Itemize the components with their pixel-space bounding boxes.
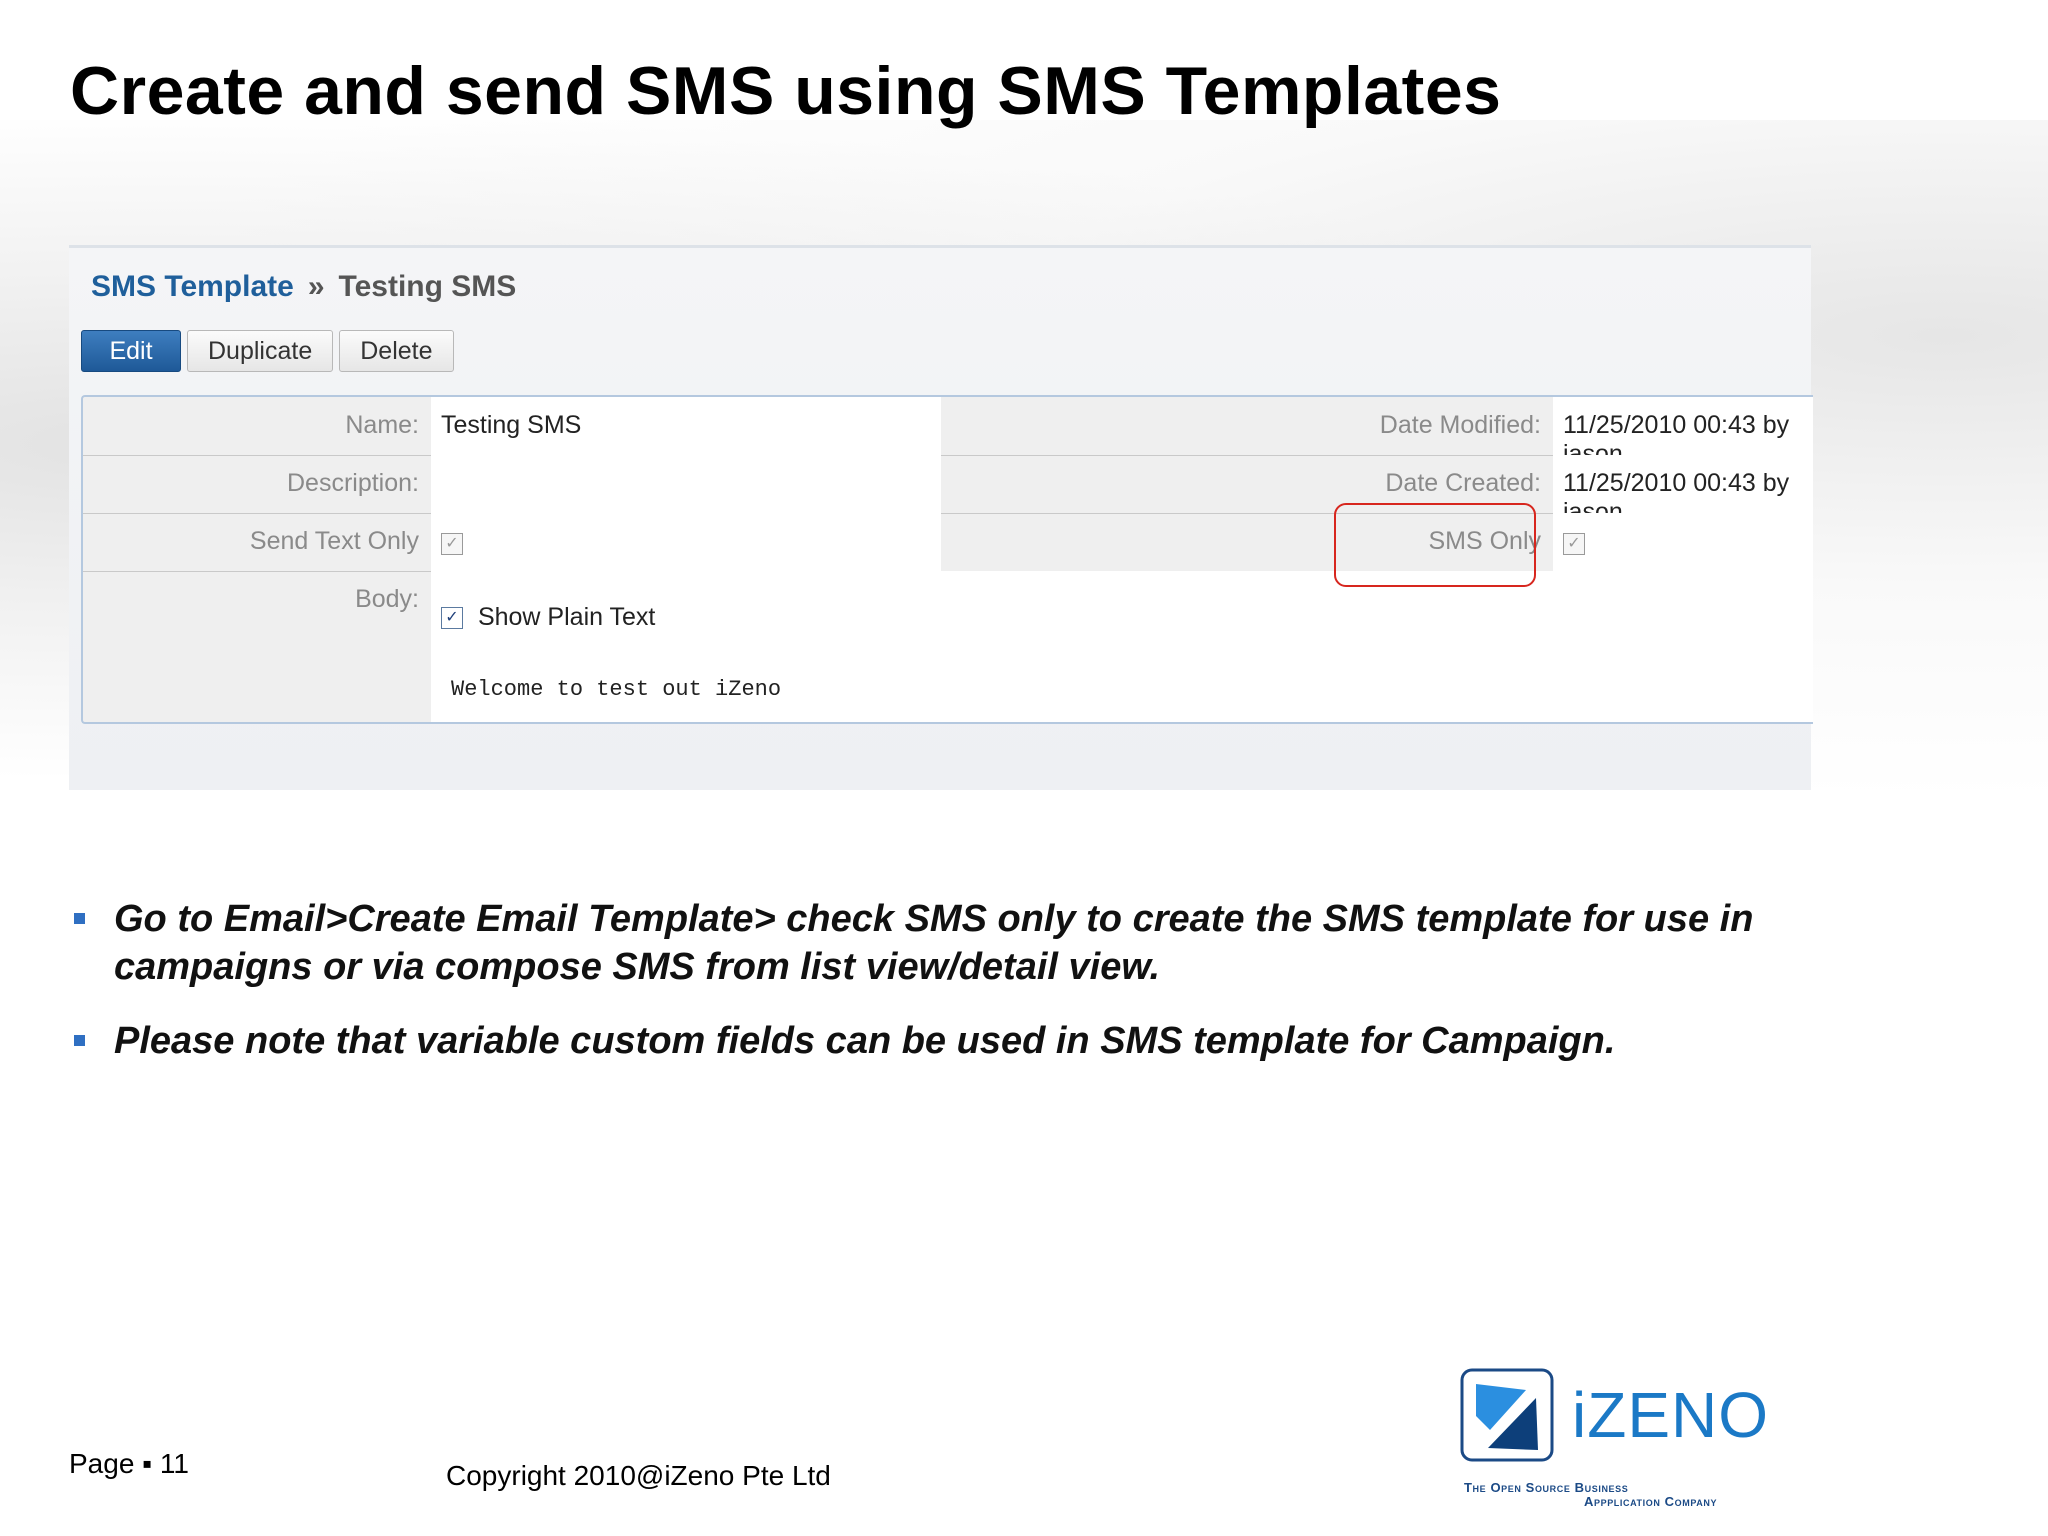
izeno-logo: iZENO The Open Source Business Appplicat… bbox=[1458, 1368, 1768, 1509]
breadcrumb-module-link[interactable]: SMS Template bbox=[91, 270, 294, 303]
copyright-text: Copyright 2010@iZeno Pte Ltd bbox=[446, 1460, 831, 1491]
send-text-only-label: Send Text Only bbox=[249, 527, 419, 555]
bullet-item: Go to Email>Create Email Template> check… bbox=[70, 895, 1830, 991]
body-label: Body: bbox=[355, 585, 419, 613]
show-plain-text-label: Show Plain Text bbox=[477, 603, 656, 631]
sms-only-cell: ✓ bbox=[1553, 513, 1813, 571]
description-value bbox=[431, 455, 941, 513]
bullet-text: Go to Email>Create Email Template> check… bbox=[114, 898, 1754, 988]
bullet-item: Please note that variable custom fields … bbox=[70, 1017, 1830, 1065]
izeno-logo-word: iZENO bbox=[1572, 1379, 1769, 1451]
bullet-list: Go to Email>Create Email Template> check… bbox=[70, 895, 1830, 1091]
breadcrumb-separator: » bbox=[307, 270, 325, 303]
logo-tagline-line2: Appplication Company bbox=[1584, 1494, 1718, 1509]
detail-view-table: Name: Testing SMS Date Modified: 11/25/2… bbox=[81, 395, 1813, 724]
izeno-logo-mark-icon bbox=[1460, 1368, 1554, 1462]
bullet-text: Please note that variable custom fields … bbox=[114, 1020, 1616, 1062]
detail-row-body: Body: ✓ Show Plain Text Welcome to test … bbox=[83, 571, 1813, 722]
body-cell: ✓ Show Plain Text Welcome to test out iZ… bbox=[431, 571, 1813, 722]
detail-row-description: Description: Date Created: 11/25/2010 00… bbox=[83, 455, 1813, 526]
sms-only-highlight-ring bbox=[1334, 503, 1536, 587]
date-modified-label: Date Modified: bbox=[1379, 411, 1541, 439]
detail-row-flags: Send Text Only ✓ SMS Only ✓ bbox=[83, 513, 1813, 572]
show-plain-text-checkbox[interactable]: ✓ bbox=[441, 607, 463, 630]
send-text-only-cell: ✓ bbox=[431, 513, 941, 571]
crm-screenshot: SMS Template » Testing SMS Edit Duplicate … bbox=[69, 245, 1813, 790]
page-number: Page ▪ 11 bbox=[69, 1448, 189, 1479]
date-created-value: 11/25/2010 00:43 by jason bbox=[1553, 455, 1813, 526]
bullet-square-icon bbox=[74, 1035, 85, 1046]
sms-only-checkbox: ✓ bbox=[1563, 533, 1585, 556]
edit-button[interactable]: Edit bbox=[81, 330, 181, 372]
body-content: Welcome to test out iZeno bbox=[451, 677, 782, 702]
action-toolbar: Edit Duplicate Delete bbox=[81, 330, 454, 372]
bullet-square-icon bbox=[74, 913, 85, 924]
breadcrumb: SMS Template » Testing SMS bbox=[91, 270, 516, 304]
breadcrumb-record: Testing SMS bbox=[338, 270, 517, 303]
date-modified-value: 11/25/2010 00:43 by jason bbox=[1553, 397, 1813, 468]
name-value: Testing SMS bbox=[431, 397, 941, 455]
slide-title: Create and send SMS using SMS Templates bbox=[70, 53, 1502, 129]
name-label: Name: bbox=[345, 411, 419, 439]
logo-tagline-line1: The Open Source Business bbox=[1464, 1480, 1629, 1495]
duplicate-button[interactable]: Duplicate bbox=[187, 330, 334, 372]
show-plain-text-option[interactable]: ✓ Show Plain Text bbox=[441, 603, 655, 632]
description-label: Description: bbox=[287, 469, 419, 497]
delete-button[interactable]: Delete bbox=[339, 330, 454, 372]
send-text-only-checkbox: ✓ bbox=[441, 533, 463, 556]
detail-row-name: Name: Testing SMS Date Modified: 11/25/2… bbox=[83, 397, 1813, 468]
